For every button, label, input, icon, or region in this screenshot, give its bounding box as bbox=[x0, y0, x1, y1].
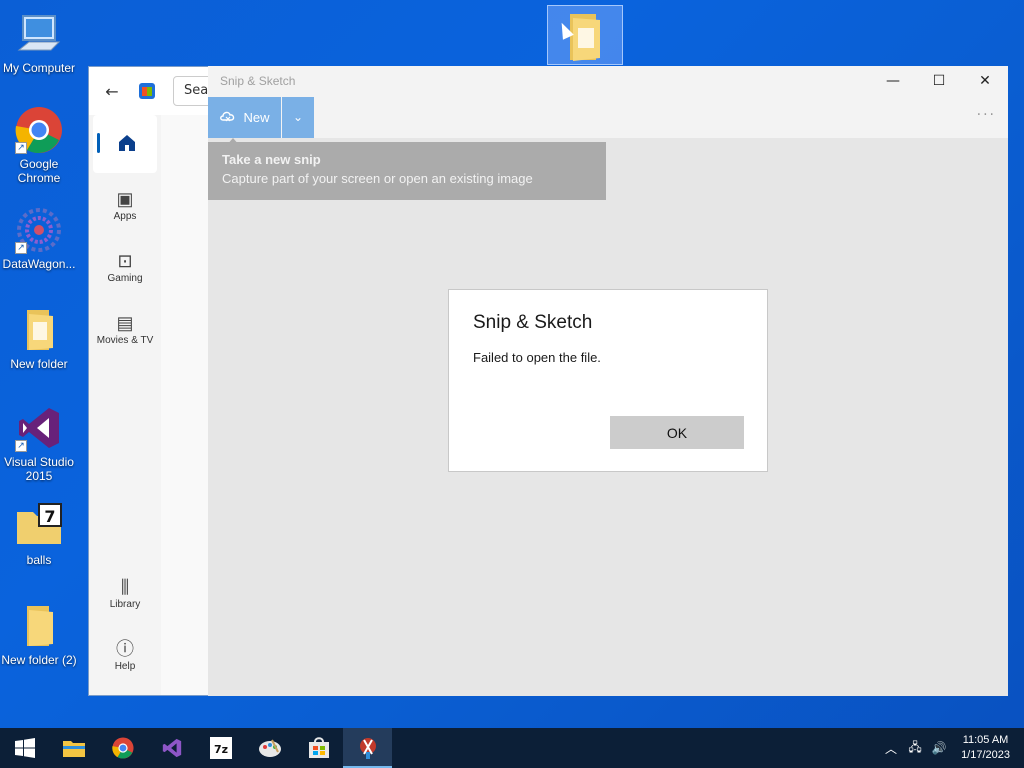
desktop-icon-label: DataWagon... bbox=[2, 257, 76, 271]
minimize-button[interactable]: — bbox=[870, 66, 916, 97]
desktop-icon-datawagon[interactable]: ↗ DataWagon... bbox=[0, 206, 78, 271]
close-button[interactable]: ✕ bbox=[962, 66, 1008, 97]
chevron-down-icon[interactable]: ⌄ bbox=[282, 97, 314, 138]
windows-logo-icon bbox=[14, 738, 35, 758]
network-icon[interactable]: 🖧 bbox=[903, 738, 927, 759]
nav-label: Movies & TV bbox=[96, 335, 154, 346]
nav-label: Apps bbox=[113, 211, 137, 222]
chevron-up-icon[interactable]: ︿ bbox=[879, 740, 903, 757]
nav-help[interactable]: ⓘ Help bbox=[89, 637, 161, 672]
library-icon: ⫼ bbox=[120, 577, 130, 597]
desktop-icon-new-folder[interactable]: New folder bbox=[0, 306, 78, 371]
desktop-icon-new-folder-2[interactable]: New folder (2) bbox=[0, 602, 78, 667]
gamepad-icon: ⊡ bbox=[117, 251, 133, 271]
clock[interactable]: 11:05 AM 1/17/2023 bbox=[951, 733, 1024, 763]
nav-home[interactable] bbox=[93, 115, 157, 173]
desktop-icon-label: balls bbox=[26, 553, 52, 567]
shortcut-arrow-icon: ↗ bbox=[15, 440, 27, 452]
start-button[interactable] bbox=[0, 728, 49, 768]
dialog-title: Snip & Sketch bbox=[473, 312, 593, 333]
svg-text:7z: 7z bbox=[213, 743, 227, 756]
visual-studio-icon bbox=[162, 738, 181, 758]
ok-button[interactable]: OK bbox=[610, 416, 744, 449]
tooltip-notch bbox=[226, 138, 240, 146]
taskbar-visual-studio[interactable] bbox=[147, 728, 196, 768]
command-bar: New ⌄ ··· bbox=[208, 97, 1008, 138]
folder-icon bbox=[15, 306, 63, 354]
clock-date: 1/17/2023 bbox=[961, 749, 1010, 761]
store-logo-icon bbox=[139, 83, 155, 99]
desktop-icon-chrome[interactable]: ↗ Google Chrome bbox=[0, 106, 78, 185]
computer-icon bbox=[15, 10, 63, 58]
dialog-message: Failed to open the file. bbox=[473, 350, 601, 365]
error-dialog: Snip & Sketch Failed to open the file. O… bbox=[448, 289, 768, 472]
nav-label: Help bbox=[114, 661, 136, 672]
taskbar-snip-sketch[interactable] bbox=[343, 728, 392, 768]
desktop-icon-label: Visual Studio 2015 bbox=[4, 455, 74, 483]
selection-indicator bbox=[97, 133, 100, 153]
tooltip-description: Capture part of your screen or open an e… bbox=[222, 171, 533, 186]
paint-icon bbox=[258, 739, 281, 757]
nav-label: Gaming bbox=[107, 273, 143, 284]
nav-gaming[interactable]: ⊡ Gaming bbox=[89, 249, 161, 284]
chrome-icon bbox=[111, 737, 134, 759]
shortcut-arrow-icon: ↗ bbox=[15, 242, 27, 254]
svg-text:7: 7 bbox=[44, 507, 55, 526]
folder-icon bbox=[570, 14, 600, 61]
new-snip-button[interactable]: New bbox=[208, 97, 281, 138]
desktop-icon-label: New folder bbox=[10, 357, 68, 371]
maximize-button[interactable]: ☐ bbox=[916, 66, 962, 97]
volume-icon[interactable]: 🔊 bbox=[927, 741, 951, 755]
snip-icon bbox=[219, 108, 237, 127]
taskbar-7zip[interactable]: 7z bbox=[196, 728, 245, 768]
snip-sketch-icon bbox=[359, 738, 376, 759]
folder-icon bbox=[15, 602, 63, 650]
nav-apps[interactable]: ▣ Apps bbox=[89, 187, 161, 222]
desktop-icon-label: New folder (2) bbox=[1, 653, 77, 667]
taskbar-chrome[interactable] bbox=[98, 728, 147, 768]
7zip-archive-icon: 7 bbox=[15, 502, 63, 550]
clock-time: 11:05 AM bbox=[962, 734, 1009, 746]
tooltip-title: Take a new snip bbox=[222, 152, 321, 167]
apps-icon: ▣ bbox=[116, 189, 134, 209]
clapperboard-icon: ▤ bbox=[116, 313, 134, 333]
taskbar: 7z ︿ 🖧 🔊 11:05 AM 1/17/2023 bbox=[0, 728, 1024, 768]
chrome-icon: ↗ bbox=[15, 106, 63, 154]
system-tray: ︿ 🖧 🔊 11:05 AM 1/17/2023 bbox=[879, 728, 1024, 768]
desktop-icon-label: My Computer bbox=[2, 61, 76, 75]
taskbar-store[interactable] bbox=[294, 728, 343, 768]
nav-library[interactable]: ⫼ Library bbox=[89, 575, 161, 610]
desktop-icon-my-computer[interactable]: My Computer bbox=[0, 10, 78, 75]
more-options-icon[interactable]: ··· bbox=[977, 107, 996, 123]
7zip-icon: 7z bbox=[209, 737, 232, 759]
window-title: Snip & Sketch bbox=[220, 74, 296, 88]
visual-studio-icon: ↗ bbox=[15, 404, 63, 452]
desktop-icon-label: Google Chrome bbox=[17, 157, 61, 185]
shortcut-arrow-icon: ↗ bbox=[15, 142, 27, 154]
new-snip-tooltip: Take a new snip Capture part of your scr… bbox=[208, 138, 606, 200]
file-explorer-icon bbox=[62, 741, 85, 757]
new-label: New bbox=[243, 110, 270, 125]
nav-label: Library bbox=[109, 599, 141, 610]
home-icon bbox=[119, 135, 135, 151]
store-sidebar: ▣ Apps ⊡ Gaming ▤ Movies & TV ⫼ Library … bbox=[89, 115, 161, 695]
back-arrow-icon[interactable]: ← bbox=[89, 82, 135, 101]
help-icon: ⓘ bbox=[116, 639, 134, 659]
desktop-icon-balls[interactable]: 7 balls bbox=[0, 502, 78, 567]
desktop-icon-visual-studio[interactable]: ↗ Visual Studio 2015 bbox=[0, 404, 78, 483]
dragged-folder bbox=[547, 5, 623, 65]
store-icon bbox=[308, 737, 329, 758]
nav-movies-tv[interactable]: ▤ Movies & TV bbox=[89, 311, 161, 346]
datawagon-icon: ↗ bbox=[15, 206, 63, 254]
taskbar-file-explorer[interactable] bbox=[49, 728, 98, 768]
title-bar[interactable]: Snip & Sketch — ☐ ✕ bbox=[208, 66, 1008, 97]
taskbar-paint[interactable] bbox=[245, 728, 294, 768]
